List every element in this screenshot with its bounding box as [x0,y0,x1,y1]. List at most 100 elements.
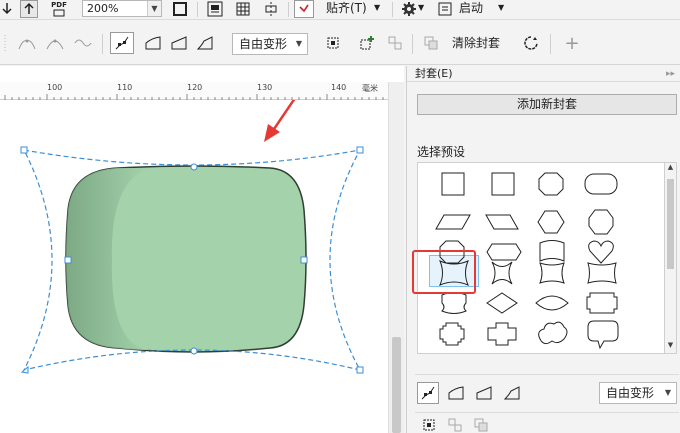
snap-icon[interactable] [294,0,314,18]
copy-envelope-icon[interactable] [471,418,491,432]
export-icon[interactable] [20,0,38,18]
preset-square[interactable] [441,172,465,196]
ruler-unit: 毫米 [362,84,378,93]
copy-envelope-icon[interactable] [420,32,442,54]
envelope-node[interactable] [190,347,198,355]
preset-diamond[interactable] [486,292,518,314]
envelope-node[interactable] [356,146,364,154]
page-options-icon[interactable] [204,0,226,18]
envelope-node[interactable] [20,146,28,154]
standard-toolbar: PDF 200% ▼ 贴齐(T) ▼ ▼ 启动 ▼ [0,0,680,20]
preset-stepped-rect[interactable] [586,292,618,314]
clear-envelope-button[interactable]: 清除封套 [452,35,500,51]
preset-wave-pinch-2[interactable] [587,262,617,284]
vertical-scrollbar[interactable] [388,82,404,433]
docker-title-text: 封套(E) [415,67,453,80]
preset-star-4[interactable] [491,261,513,285]
create-from-envelope-icon[interactable] [384,32,406,54]
docker-collapse-icon[interactable]: ▸▸ [666,66,675,82]
envelope-arc-icon[interactable] [168,32,190,54]
envelope-arc-icon[interactable] [473,382,495,404]
preset-speech-bubble[interactable] [587,320,619,350]
docker-mapping-mode-value: 自由变形 [606,386,655,400]
chevron-down-icon[interactable]: ▼ [147,1,161,16]
horizontal-ruler: 100 110 120 130 140 毫米 [0,82,388,100]
double-arc-mode-icon[interactable] [72,32,94,54]
keep-lines-icon[interactable] [419,418,439,432]
ruler-label: 110 [117,83,133,92]
launch-icon[interactable] [436,0,454,18]
gear-icon[interactable] [398,0,420,18]
chevron-down-icon[interactable]: ▼ [418,0,424,16]
envelope-docker: 封套(E) ▸▸ 添加新封套 选择预设 ▲ ▼ 自由变形 ▼ [406,66,680,433]
preset-lens[interactable] [535,295,569,311]
preset-octagon-2[interactable] [588,209,614,235]
preset-arrow-hex[interactable] [486,243,522,261]
zoom-level-value: 200% [87,2,119,15]
add-new-envelope-button[interactable]: 添加新封套 [417,94,677,115]
unconstrained-mode-icon[interactable] [417,382,439,404]
docker-title: 封套(E) ▸▸ [407,66,680,82]
envelope-artwork [20,100,364,374]
chevron-down-icon[interactable]: ▼ [291,34,307,54]
envelope-node[interactable] [356,366,364,374]
preset-parallelogram-rev[interactable] [485,214,519,230]
import-icon[interactable] [0,0,14,18]
preset-scrollbar[interactable]: ▲ ▼ [665,162,677,354]
docker-mapping-mode-select[interactable]: 自由变形 ▼ [599,382,677,404]
scrollbar-thumb[interactable] [392,337,401,433]
envelope-node[interactable] [64,256,72,264]
envelope-node[interactable] [190,163,198,171]
add-toolbar-plus-icon[interactable]: + [562,32,582,54]
envelope-node[interactable] [300,256,308,264]
keep-lines-icon[interactable] [322,32,344,54]
ruler-label: 100 [47,83,63,92]
pdf-export-icon[interactable]: PDF [46,0,72,18]
guidelines-icon[interactable] [260,0,282,18]
preset-scalloped-rect[interactable] [441,292,467,314]
preset-flag-wave[interactable] [539,240,565,262]
presets-label: 选择预设 [417,145,466,159]
mapping-mode-select[interactable]: 自由变形 ▼ [232,33,308,55]
envelope-double-arc-icon[interactable] [501,382,523,404]
annotation-arrow [264,100,296,142]
mapping-mode-value: 自由变形 [239,37,288,51]
single-arc-mode-icon[interactable] [44,32,66,54]
chevron-down-icon[interactable]: ▼ [498,0,504,16]
unconstrained-mode-icon[interactable] [110,32,134,54]
preset-rounded-rect[interactable] [584,173,618,195]
zoom-level-combo[interactable]: 200% ▼ [82,0,162,17]
preset-wave-pinch[interactable] [539,262,565,284]
preset-cloud[interactable] [538,321,568,345]
envelope-straight-icon[interactable] [142,32,164,54]
preset-square-2[interactable] [491,172,515,196]
grid-icon[interactable] [232,0,254,18]
chevron-down-icon[interactable]: ▼ [665,341,676,353]
add-new-envelope-icon[interactable] [356,32,378,54]
chevron-down-icon[interactable]: ▼ [660,383,676,403]
preset-octagon[interactable] [538,172,564,196]
preset-gallery [412,162,665,354]
convert-to-curves-icon[interactable] [520,32,542,54]
full-screen-icon[interactable] [170,0,190,18]
preset-stepped-octagon[interactable] [439,322,465,346]
scrollbar-thumb[interactable] [667,179,674,269]
preset-heart[interactable] [588,240,614,264]
snap-to-menu[interactable]: 贴齐(T) [326,0,367,16]
launch-menu[interactable]: 启动 [459,0,483,16]
property-bar: 自由变形 ▼ 清除封套 + [0,21,680,65]
envelope-double-arc-icon[interactable] [194,32,216,54]
preset-red-highlight [412,250,476,294]
toolbar-grip[interactable] [2,32,8,54]
straight-line-mode-icon[interactable] [16,32,38,54]
preset-hexagon[interactable] [537,210,565,234]
ruler-label: 140 [331,83,347,92]
envelope-node[interactable] [20,365,29,374]
envelope-straight-icon[interactable] [445,382,467,404]
chevron-up-icon[interactable]: ▲ [665,163,676,175]
preset-cross[interactable] [487,322,517,346]
create-from-envelope-icon[interactable] [445,418,465,432]
chevron-down-icon[interactable]: ▼ [374,0,380,16]
preset-parallelogram[interactable] [435,214,471,230]
ruler-label: 130 [257,83,273,92]
